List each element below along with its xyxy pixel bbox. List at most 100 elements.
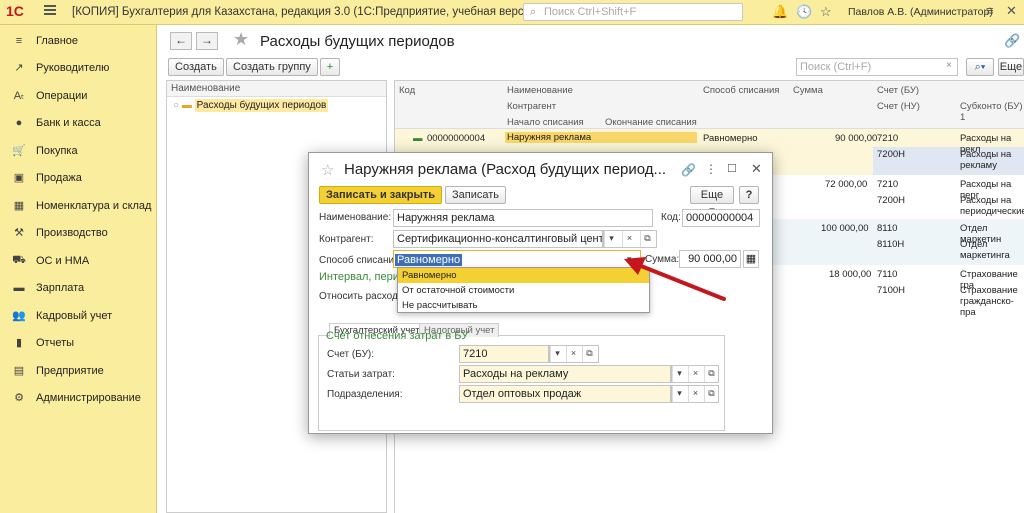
col-acc-bu[interactable]: Счет (БУ) — [877, 85, 919, 96]
warehouse-icon: ▦ — [13, 200, 25, 212]
create-button[interactable]: Создать — [168, 58, 224, 76]
sidebar-item-admin[interactable]: ⚙ Администрирование — [0, 384, 157, 411]
reports-icon: ▮ — [15, 337, 23, 349]
help-button[interactable]: ? — [739, 186, 759, 204]
cost-item-actions: ▾ × ⧉ — [671, 365, 719, 383]
tree-item[interactable]: ○ ▬ Расходы будущих периодов — [173, 99, 329, 112]
dropdown-option[interactable]: Не рассчитывать — [398, 298, 649, 313]
dropdown-option[interactable]: От остаточной стоимости — [398, 283, 649, 298]
account-actions: ▾ × ⧉ — [549, 345, 599, 363]
star-icon[interactable]: ☆ — [820, 4, 832, 20]
sidebar-item-production[interactable]: ⚒ Производство — [0, 219, 157, 246]
gear-icon: ⚙ — [14, 392, 24, 404]
sidebar-item-purchase[interactable]: 🛒 Покупка — [0, 137, 157, 164]
sidebar-item-staff[interactable]: 👥 Кадровый учет — [0, 302, 157, 329]
search-icon: ⌕ — [530, 6, 537, 18]
method-select[interactable]: Равномерно — [393, 250, 641, 268]
add-icon[interactable]: + — [320, 58, 340, 76]
sidebar-item-manager[interactable]: ↗ Руководителю — [0, 54, 157, 81]
title-bar: 1С [КОПИЯ] Бухгалтерия для Казахстана, р… — [0, 0, 1024, 25]
open-icon[interactable]: ⧉ — [640, 231, 654, 247]
save-close-button[interactable]: Записать и закрыть — [319, 186, 443, 204]
enterprise-icon: ▤ — [13, 365, 25, 377]
favorite-star-icon[interactable]: ★ — [233, 29, 249, 50]
chart-icon: ↗ — [14, 62, 24, 74]
user-name[interactable]: Павлов А.В. (Администратор) — [848, 6, 993, 18]
clear-icon[interactable]: × — [688, 386, 702, 402]
menu-icon: ≡ — [15, 34, 23, 47]
close-icon[interactable]: ✕ — [751, 161, 762, 177]
method-dropdown: Равномерно От остаточной стоимости Не ра… — [397, 267, 650, 313]
dropdown-option[interactable]: Равномерно — [398, 268, 649, 283]
chevron-down-icon[interactable]: ▾ — [672, 366, 686, 382]
sidebar-item-bank[interactable]: ● Банк и касса — [0, 109, 157, 136]
clear-icon[interactable]: × — [688, 366, 702, 382]
cost-item-field[interactable]: Расходы на рекламу — [459, 365, 671, 383]
row-marker-icon: ▬ — [413, 133, 423, 144]
code-field[interactable]: 00000000004 — [682, 209, 760, 227]
col-start[interactable]: Начало списания — [507, 117, 584, 128]
forward-button[interactable]: → — [196, 32, 218, 50]
sidebar-item-sales[interactable]: ▣ Продажа — [0, 164, 157, 191]
sidebar-item-operations[interactable]: Aₜ Операции — [0, 82, 157, 109]
col-code[interactable]: Код — [399, 85, 415, 96]
col-acc-nu[interactable]: Счет (НУ) — [877, 101, 920, 112]
bell-icon[interactable]: 🔔 — [772, 4, 788, 20]
save-button[interactable]: Записать — [445, 186, 507, 204]
menu-icon[interactable]: ≡ — [986, 3, 994, 18]
favorite-star-icon[interactable]: ☆ — [321, 161, 334, 179]
app-logo: 1С — [6, 3, 24, 19]
history-icon[interactable]: 🕓 — [796, 4, 812, 20]
counterparty-field[interactable]: Сертификационно-консалтинговый центр Ко — [393, 230, 603, 248]
kebab-menu-icon[interactable]: ⋮ — [705, 162, 717, 176]
chevron-down-icon[interactable]: ▾ — [672, 386, 686, 402]
col-end[interactable]: Окончание списания — [605, 117, 697, 128]
col-subconto[interactable]: Субконто (БУ) 1 — [960, 101, 1024, 123]
open-icon[interactable]: ⧉ — [582, 346, 596, 362]
back-button[interactable]: ← — [170, 32, 192, 50]
tree-header: Наименование — [167, 81, 386, 97]
clear-icon[interactable]: × — [946, 60, 952, 71]
sidebar-item-reports[interactable]: ▮ Отчеты — [0, 329, 157, 356]
cart-icon: 🛒 — [12, 145, 26, 157]
close-icon[interactable]: ✕ — [1006, 3, 1017, 19]
calculator-icon[interactable]: ▦ — [743, 250, 759, 268]
open-icon[interactable]: ⧉ — [704, 366, 718, 382]
col-counterparty[interactable]: Контрагент — [507, 101, 556, 112]
list-search-input[interactable]: Поиск (Ctrl+F) — [796, 58, 958, 76]
clear-icon[interactable]: × — [622, 231, 636, 247]
salary-icon: ▬ — [13, 281, 25, 294]
sidebar-item-salary[interactable]: ▬ Зарплата — [0, 274, 157, 301]
chevron-down-icon[interactable]: ▾ — [604, 231, 618, 247]
maximize-icon[interactable]: ☐ — [727, 162, 737, 175]
col-method[interactable]: Способ списания — [703, 85, 779, 96]
global-search-input[interactable]: ⌕ Поиск Ctrl+Shift+F — [523, 3, 743, 21]
clear-icon[interactable]: × — [566, 346, 580, 362]
staff-icon: 👥 — [12, 310, 26, 322]
col-sum[interactable]: Сумма — [793, 85, 823, 96]
sidebar-item-warehouse[interactable]: ▦ Номенклатура и склад — [0, 192, 157, 219]
sidebar-item-enterprise[interactable]: ▤ Предприятие — [0, 357, 157, 384]
dialog-title: Наружняя реклама (Расход будущих период.… — [344, 161, 667, 178]
accounting-tabs: Бухгалтерский учет Налоговый учет Счет о… — [318, 323, 725, 431]
name-field[interactable]: Наружняя реклама — [393, 209, 653, 227]
operations-icon: Aₜ — [13, 90, 25, 102]
more-button[interactable]: Еще — [998, 58, 1024, 76]
search-button[interactable]: ⌕▾ — [966, 58, 994, 76]
create-group-button[interactable]: Создать группу — [226, 58, 318, 76]
annotation-arrow-icon — [624, 257, 726, 301]
sidebar-item-main[interactable]: ≡ Главное — [0, 27, 157, 54]
more-button[interactable]: Еще ▾ — [690, 186, 734, 217]
link-icon[interactable]: 🔗 — [1004, 33, 1020, 49]
hamburger-menu-icon[interactable] — [44, 5, 56, 7]
link-icon[interactable]: 🔗 — [681, 163, 696, 177]
counterparty-actions: ▾ × ⧉ — [603, 230, 657, 248]
open-icon[interactable]: ⧉ — [704, 386, 718, 402]
sidebar: ≡ Главное ↗ Руководителю Aₜ Операции ● Банк … — [0, 25, 157, 513]
sidebar-item-assets[interactable]: ⛟ ОС и НМА — [0, 247, 157, 274]
folder-icon: ▬ — [181, 100, 192, 111]
chevron-down-icon[interactable]: ▾ — [550, 346, 564, 362]
account-field[interactable]: 7210 — [459, 345, 549, 363]
col-name[interactable]: Наименование — [507, 85, 573, 96]
department-field[interactable]: Отдел оптовых продаж — [459, 385, 671, 403]
